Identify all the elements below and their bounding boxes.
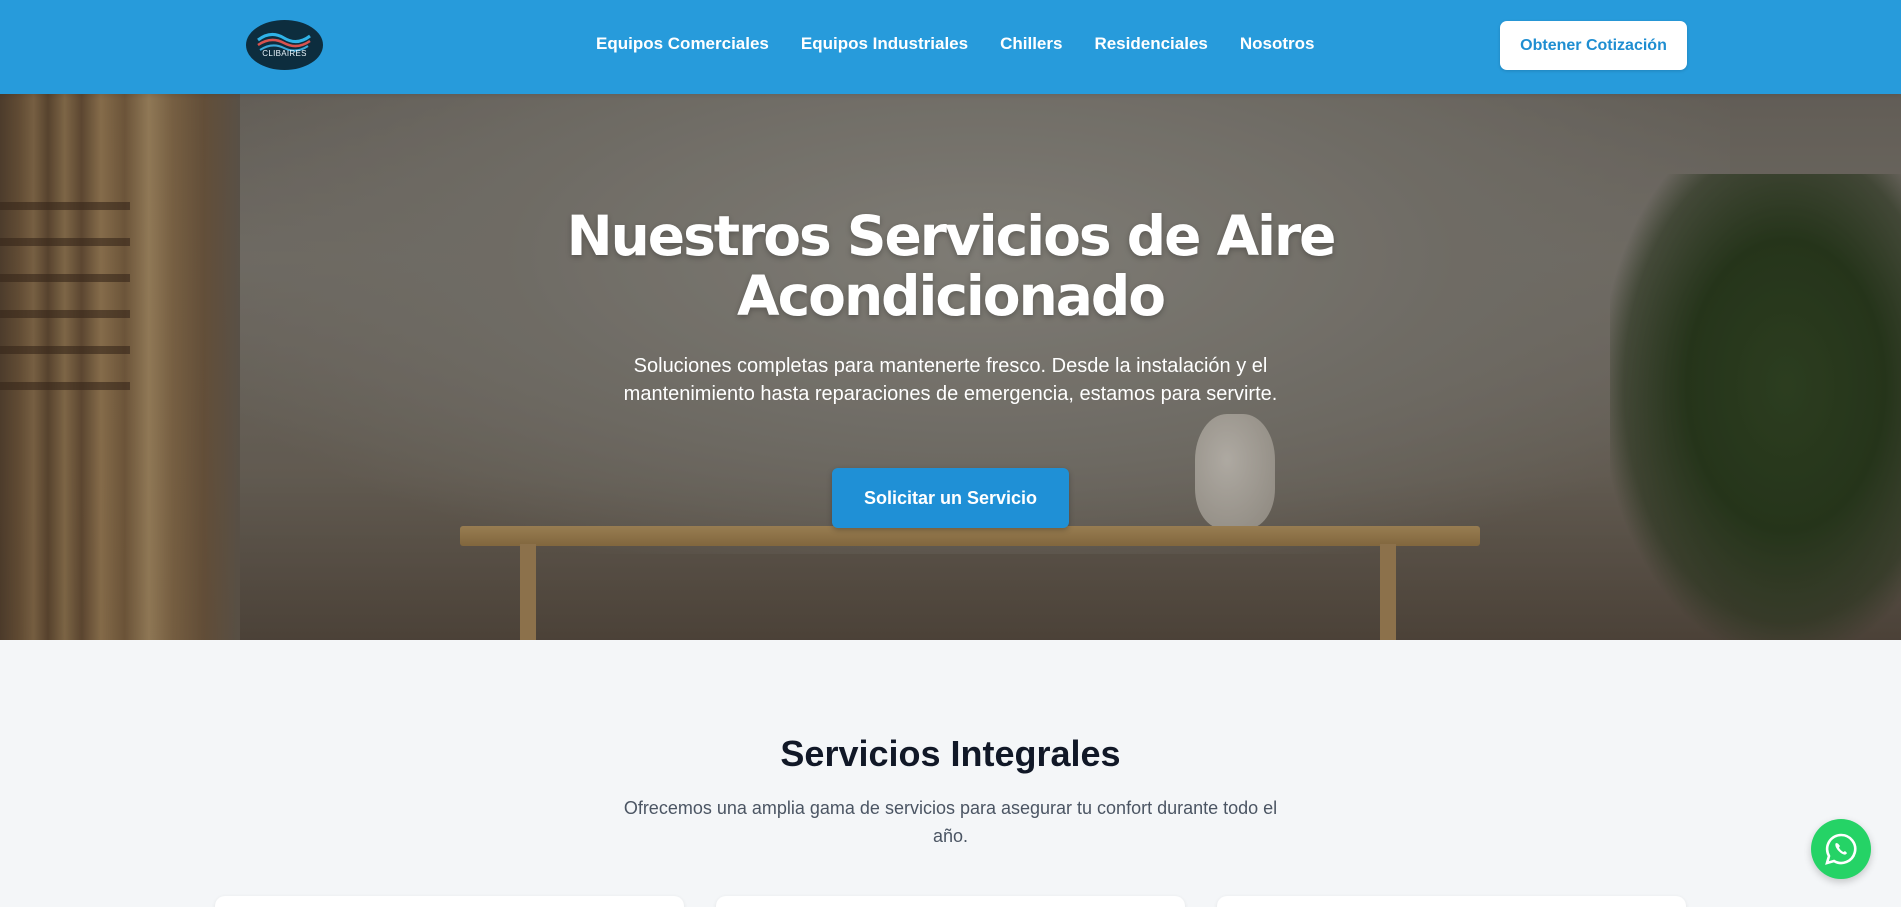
logo-text: CLIBAIRES (262, 49, 307, 58)
whatsapp-icon (1825, 833, 1857, 865)
hero-section: Nuestros Servicios de Aire Acondicionado… (0, 94, 1901, 640)
site-header: CLIBAIRES Equipos Comerciales Equipos In… (0, 0, 1901, 94)
logo-waves-icon (257, 33, 311, 52)
nav-nosotros[interactable]: Nosotros (1240, 34, 1315, 54)
nav-equipos-industriales[interactable]: Equipos Industriales (801, 34, 968, 54)
nav-chillers[interactable]: Chillers (1000, 34, 1062, 54)
service-card[interactable] (215, 896, 684, 907)
services-title: Servicios Integrales (780, 733, 1121, 774)
main-nav: Equipos Comerciales Equipos Industriales… (596, 34, 1314, 54)
nav-equipos-comerciales[interactable]: Equipos Comerciales (596, 34, 769, 54)
whatsapp-button[interactable] (1811, 819, 1871, 879)
service-card[interactable] (716, 896, 1185, 907)
hero-title: Nuestros Servicios de Aire Acondicionado (566, 204, 1337, 328)
service-card[interactable] (1217, 896, 1686, 907)
nav-residenciales[interactable]: Residenciales (1094, 34, 1207, 54)
hero-subtitle: Soluciones completas para mantenerte fre… (623, 355, 1278, 405)
brand-logo[interactable]: CLIBAIRES (246, 20, 323, 70)
services-subtitle: Ofrecemos una amplia gama de servicios p… (623, 798, 1278, 846)
get-quote-button[interactable]: Obtener Cotización (1500, 21, 1687, 70)
request-service-button[interactable]: Solicitar un Servicio (832, 468, 1069, 528)
